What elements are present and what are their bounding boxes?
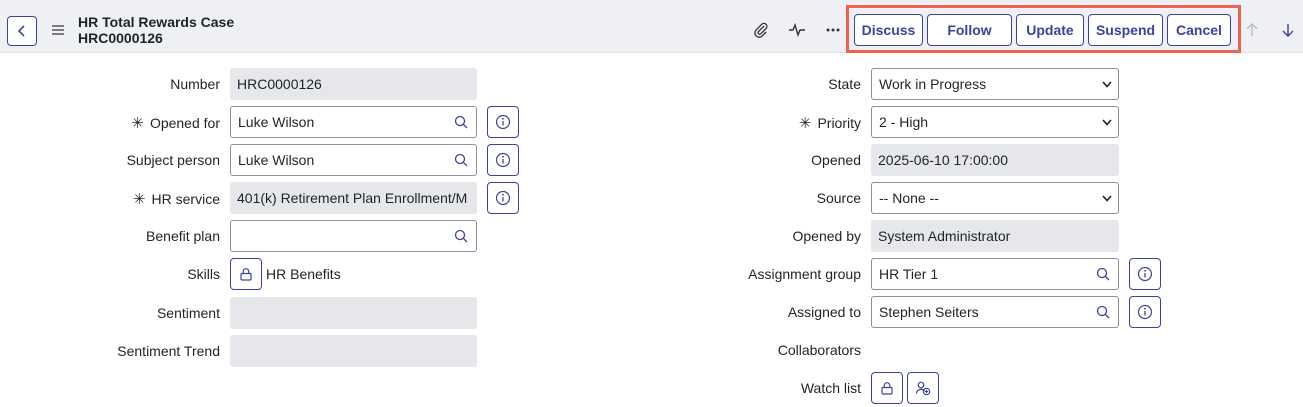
opened-by-label: Opened by [792,228,862,244]
assigned-to-info-button[interactable] [1129,296,1161,328]
number-field: HRC0000126 [230,68,477,100]
activity-icon[interactable] [788,21,806,39]
subject-person-label: Subject person [126,152,220,168]
opened-for-info-button[interactable] [487,106,519,138]
source-select[interactable]: -- None -- [871,182,1119,214]
attachment-icon[interactable] [752,21,770,39]
back-button[interactable] [7,16,37,46]
assignment-group-search-button[interactable] [1087,258,1119,290]
hr-service-info-button[interactable] [487,182,519,214]
watch-list-add-me-button[interactable] [907,372,939,404]
opened-for-input[interactable]: Luke Wilson [230,106,446,138]
chevron-down-icon [1102,194,1112,202]
assignment-group-info-button[interactable] [1129,258,1161,290]
actions-highlight-box [846,5,1241,53]
lock-icon [881,382,893,395]
benefit-plan-label: Benefit plan [146,228,220,244]
skills-label: Skills [187,266,220,282]
source-label: Source [816,190,861,206]
add-user-icon [915,381,931,396]
priority-select[interactable]: 2 - High [871,106,1119,138]
arrow-up-icon[interactable] [1243,21,1261,39]
chevron-down-icon [1102,118,1112,126]
info-icon [495,114,511,130]
priority-label: ✳ Priority [798,115,861,132]
required-icon: ✳ [132,191,146,208]
number-label: Number [170,76,220,92]
assignment-group-input[interactable]: HR Tier 1 [871,258,1088,290]
benefit-plan-search-button[interactable] [445,220,477,252]
subject-person-input[interactable]: Luke Wilson [230,144,446,176]
opened-label: Opened [811,152,861,168]
skills-lock-button[interactable] [230,258,262,290]
search-icon [454,229,467,243]
info-icon [1137,266,1153,282]
required-icon: ✳ [798,115,812,132]
source-value: -- None -- [879,190,939,206]
skills-value: HR Benefits [266,266,341,282]
more-options-icon[interactable] [824,21,842,39]
search-icon [1096,267,1109,281]
search-icon [1096,305,1109,319]
arrow-down-icon[interactable] [1279,21,1297,39]
opened-for-label: ✳ Opened for [131,115,220,132]
state-select[interactable]: Work in Progress [871,68,1119,100]
sentiment-trend-field [230,335,477,367]
sentiment-trend-label: Sentiment Trend [117,343,220,359]
search-icon [454,115,467,129]
priority-value: 2 - High [879,114,929,130]
opened-field: 2025-06-10 17:00:00 [871,144,1119,176]
collaborators-label: Collaborators [777,342,861,358]
watch-list-lock-button[interactable] [871,372,903,404]
form-header: HR Total Rewards Case HRC0000126 Discuss… [0,0,1303,53]
form-title: HR Total Rewards Case [78,14,235,30]
assignment-group-label: Assignment group [748,266,861,282]
hr-service-field: 401(k) Retirement Plan Enrollment/M [230,182,477,214]
watch-list-label: Watch list [800,380,861,396]
info-icon [1137,304,1153,320]
assigned-to-input[interactable]: Stephen Seiters [871,296,1088,328]
lock-icon [240,268,252,281]
case-number-title: HRC0000126 [78,30,163,46]
subject-person-info-button[interactable] [487,144,519,176]
info-icon [495,152,511,168]
chevron-left-icon [17,25,25,37]
state-value: Work in Progress [879,76,987,92]
info-icon [495,190,511,206]
sentiment-label: Sentiment [156,305,220,321]
hr-service-label: ✳ HR service [132,191,220,208]
state-label: State [828,76,861,92]
chevron-down-icon [1102,80,1112,88]
search-icon [454,153,467,167]
assigned-to-search-button[interactable] [1087,296,1119,328]
sentiment-field [230,297,477,329]
opened-by-field: System Administrator [871,220,1119,252]
assigned-to-label: Assigned to [787,304,861,320]
opened-for-search-button[interactable] [445,106,477,138]
benefit-plan-input[interactable] [230,220,446,252]
subject-person-search-button[interactable] [445,144,477,176]
hamburger-menu-icon[interactable] [50,22,66,38]
required-icon: ✳ [131,115,144,132]
